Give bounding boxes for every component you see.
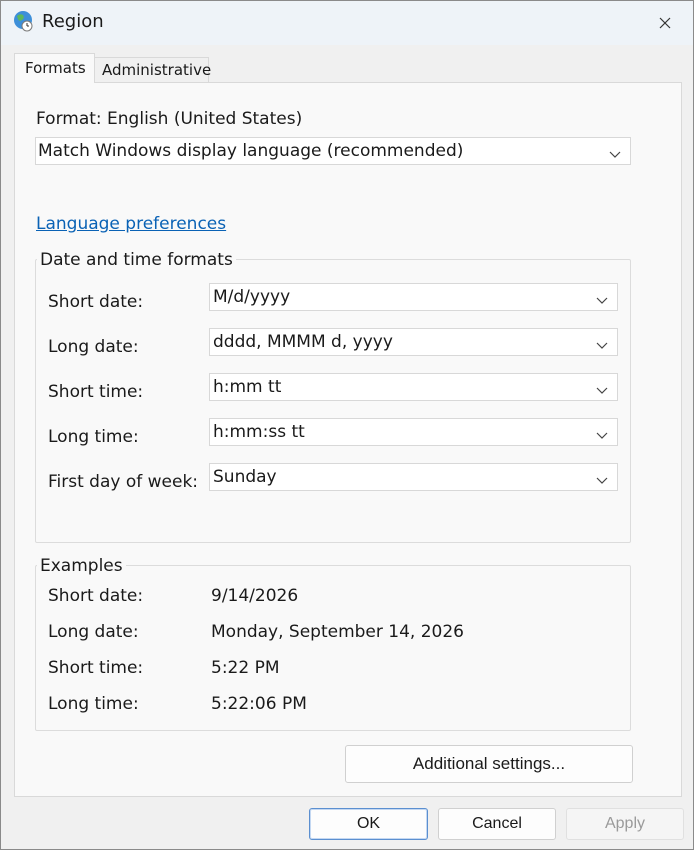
chevron-down-icon: [596, 291, 608, 304]
short-date-value: M/d/yyyy: [213, 287, 291, 307]
date-time-formats-title: Date and time formats: [37, 250, 236, 270]
example-long-time-label: Long time:: [48, 694, 139, 714]
chevron-down-icon: [596, 426, 608, 439]
example-long-date-value: Monday, September 14, 2026: [211, 622, 464, 642]
long-date-value: dddd, MMMM d, yyyy: [213, 332, 393, 352]
first-day-of-week-label: First day of week:: [48, 472, 199, 492]
long-time-label: Long time:: [48, 427, 139, 447]
example-short-time-label: Short time:: [48, 658, 144, 678]
example-short-time-value: 5:22 PM: [211, 658, 280, 678]
format-select-value: Match Windows display language (recommen…: [38, 141, 464, 161]
short-time-value: h:mm tt: [213, 377, 282, 397]
close-icon: [659, 14, 671, 33]
format-label: Format: English (United States): [36, 109, 303, 129]
globe-clock-icon: [12, 10, 34, 32]
chevron-down-icon: [596, 381, 608, 394]
long-time-select[interactable]: h:mm:ss tt: [209, 418, 618, 446]
chevron-down-icon: [596, 336, 608, 349]
first-day-of-week-value: Sunday: [213, 467, 277, 487]
short-date-label: Short date:: [48, 292, 144, 312]
examples-title: Examples: [37, 556, 126, 576]
apply-button[interactable]: Apply: [566, 808, 684, 840]
short-time-select[interactable]: h:mm tt: [209, 373, 618, 401]
cancel-button[interactable]: Cancel: [438, 808, 556, 840]
short-date-select[interactable]: M/d/yyyy: [209, 283, 618, 311]
chevron-down-icon: [609, 145, 621, 158]
tab-administrative[interactable]: Administrative: [95, 57, 211, 83]
region-dialog: Region Formats Administrative Format: En…: [0, 0, 694, 850]
example-long-time-value: 5:22:06 PM: [211, 694, 307, 714]
close-button[interactable]: [637, 1, 693, 45]
long-date-label: Long date:: [48, 337, 139, 357]
short-time-label: Short time:: [48, 382, 144, 402]
example-short-date-value: 9/14/2026: [211, 586, 299, 606]
language-preferences-link[interactable]: Language preferences: [36, 214, 226, 234]
ok-button[interactable]: OK: [309, 808, 428, 840]
example-long-date-label: Long date:: [48, 622, 139, 642]
long-date-select[interactable]: dddd, MMMM d, yyyy: [209, 328, 618, 356]
title-bar: Region: [1, 1, 693, 45]
chevron-down-icon: [596, 471, 608, 484]
additional-settings-button[interactable]: Additional settings...: [345, 745, 633, 783]
long-time-value: h:mm:ss tt: [213, 422, 305, 442]
window-title: Region: [42, 11, 104, 32]
example-short-date-label: Short date:: [48, 586, 144, 606]
format-select[interactable]: Match Windows display language (recommen…: [35, 137, 631, 165]
tab-formats[interactable]: Formats: [14, 53, 95, 83]
first-day-of-week-select[interactable]: Sunday: [209, 463, 618, 491]
